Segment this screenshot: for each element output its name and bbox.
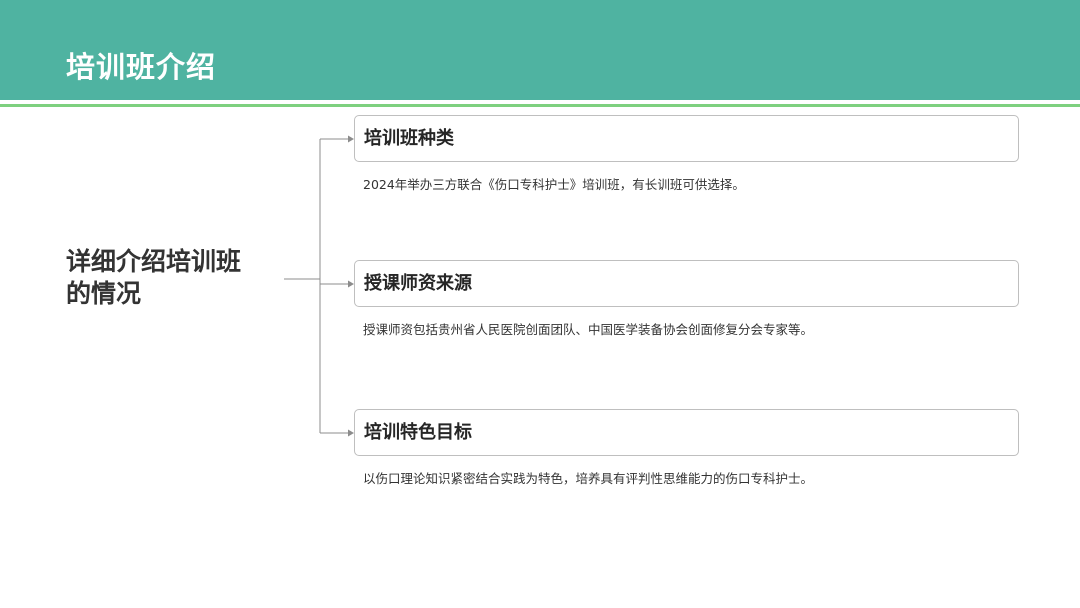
item-card-faculty-source: 授课师资来源 [354,260,1019,307]
item-title: 授课师资来源 [364,273,472,294]
slide: 培训班介绍 详细介绍培训班 的情况 培训班种类 2024年举办三方联合《伤口专科… [0,0,1080,608]
item-title: 培训班种类 [364,128,454,149]
item-card-training-types: 培训班种类 [354,115,1019,162]
item-card-features-goals: 培训特色目标 [354,409,1019,456]
item-description: 授课师资包括贵州省人民医院创面团队、中国医学装备协会创面修复分会专家等。 [363,322,814,337]
item-description: 2024年举办三方联合《伤口专科护士》培训班，有长训班可供选择。 [363,177,745,192]
item-description: 以伤口理论知识紧密结合实践为特色，培养具有评判性思维能力的伤口专科护士。 [363,471,814,486]
item-title: 培训特色目标 [364,422,472,443]
